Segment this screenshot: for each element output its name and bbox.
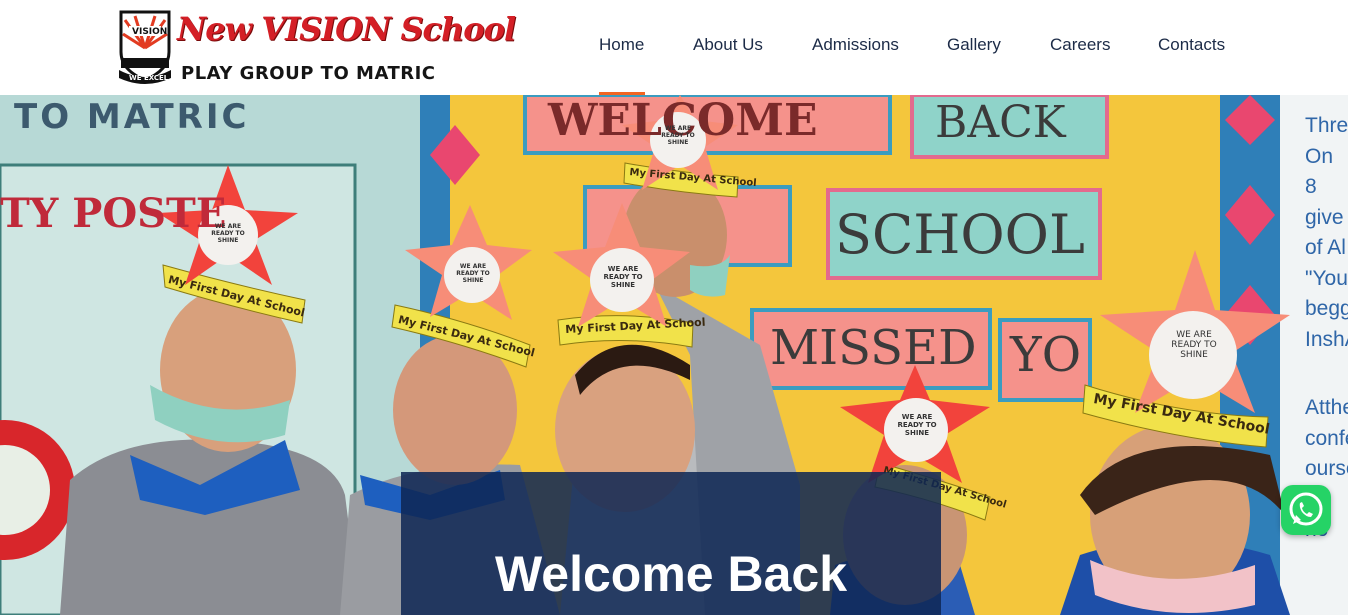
star-label: WE ARE READY TO SHINE — [661, 125, 695, 146]
whatsapp-icon — [1289, 492, 1323, 526]
right-poster-line: begg — [1305, 297, 1348, 320]
board-back-text: BACK — [935, 97, 1066, 148]
star-label: WE ARE READY TO SHINE — [603, 265, 643, 289]
right-poster-line: give — [1305, 205, 1344, 229]
right-poster-line: ourse — [1305, 457, 1348, 480]
whatsapp-button[interactable] — [1281, 485, 1331, 535]
nav-about-us[interactable]: About Us — [693, 34, 763, 56]
right-poster-line: Atthe — [1305, 396, 1348, 419]
nav-gallery[interactable]: Gallery — [947, 34, 1001, 56]
nav-home[interactable]: Home — [599, 34, 644, 56]
star-label: WE ARE READY TO SHINE — [211, 223, 245, 244]
right-poster-line: of Al — [1305, 236, 1346, 259]
right-poster-line: On 8 — [1305, 144, 1334, 199]
logo-name: New VISION School — [177, 10, 516, 48]
nav-careers[interactable]: Careers — [1050, 34, 1110, 56]
board-school-text: SCHOOL — [835, 203, 1085, 266]
right-poster-text: Thre On 8 give of Al "You begg InshA Att… — [1305, 111, 1348, 546]
hero-title: Welcome Back — [494, 546, 848, 602]
right-poster-line: Thre — [1305, 114, 1348, 137]
nav-admissions[interactable]: Admissions — [812, 34, 899, 56]
board-missed-text: MISSED — [770, 320, 977, 376]
school-logo[interactable]: VISION WE EXCEL New VISION School PLAY G… — [115, 8, 516, 88]
nav-contacts[interactable]: Contacts — [1158, 34, 1225, 56]
poster-activity-text: TY POSTE — [0, 190, 227, 237]
right-poster-line: InshA — [1305, 327, 1348, 351]
logo-shield-top-text: VISION — [132, 27, 168, 37]
logo-tagline: PLAY GROUP TO MATRIC — [181, 63, 436, 84]
poster-to-matric-text: TO MATRIC — [14, 97, 250, 137]
board-you-text: YO — [1010, 327, 1082, 383]
nav-active-indicator — [599, 92, 645, 95]
hero-banner: TO MATRIC TY POSTE WELCOME BACK SCHOOL M… — [0, 95, 1348, 615]
right-poster-line: "You — [1305, 266, 1348, 290]
star-label: WE ARE READY TO SHINE — [897, 413, 937, 437]
logo-shield-bottom-text: WE EXCEL — [129, 74, 169, 82]
right-poster-line: confe — [1305, 426, 1348, 450]
welcome-overlay: Welcome Back — [401, 472, 941, 615]
star-label: WE ARE READY TO SHINE — [456, 263, 490, 284]
site-header: VISION WE EXCEL New VISION School PLAY G… — [0, 0, 1348, 95]
star-label: WE ARE READY TO SHINE — [1171, 330, 1217, 360]
